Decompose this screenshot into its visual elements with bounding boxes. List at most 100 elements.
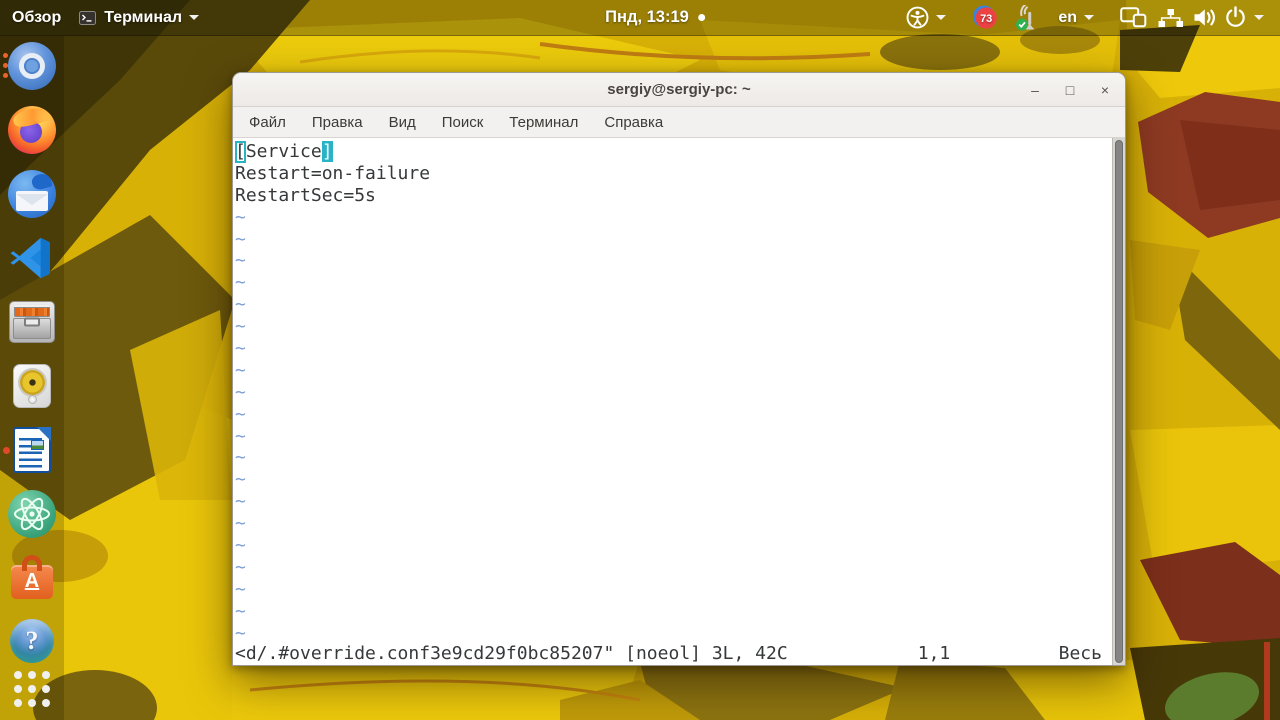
image-placeholder xyxy=(31,440,44,450)
activities-button[interactable]: Обзор xyxy=(12,9,61,27)
envelope-flap xyxy=(16,194,48,205)
accessibility-menu[interactable] xyxy=(906,6,947,29)
screencast-indicator[interactable] xyxy=(1120,7,1147,28)
menu-terminal[interactable]: Терминал xyxy=(496,114,591,131)
accessibility-icon xyxy=(906,6,929,29)
bag-letter: A xyxy=(24,570,40,592)
volume-menu[interactable] xyxy=(1192,7,1218,28)
screencast-icon xyxy=(1120,7,1147,28)
menu-help[interactable]: Справка xyxy=(591,114,676,131)
wired-network-menu[interactable] xyxy=(1157,8,1184,28)
running-indicator-dot xyxy=(3,73,8,78)
firefox-icon xyxy=(8,106,56,154)
ubuntu-software-icon: A xyxy=(11,555,53,599)
running-indicator-dot xyxy=(3,53,8,58)
vscode-icon xyxy=(10,237,50,279)
dock-item-app-grid[interactable] xyxy=(8,665,56,713)
terminal-icon xyxy=(79,10,97,25)
vim-tilde-line: ~ xyxy=(235,294,246,316)
notification-badge[interactable]: 73 xyxy=(972,4,999,31)
keyboard-layout-label: en xyxy=(1058,8,1077,26)
vim-tilde-line: ~ xyxy=(235,403,246,425)
chromium-icon xyxy=(8,42,56,90)
app-menu-button[interactable]: Терминал xyxy=(79,8,200,27)
help-icon: ? xyxy=(10,619,54,663)
dock-item-atom[interactable] xyxy=(8,490,56,538)
atom-icon xyxy=(8,490,56,538)
menu-view[interactable]: Вид xyxy=(376,114,429,131)
vim-tilde-line: ~ xyxy=(235,578,246,600)
vim-tilde-line: ~ xyxy=(235,250,246,272)
question-glyph: ? xyxy=(25,626,39,655)
badge-icon: 73 xyxy=(973,5,998,29)
vim-cursor: [ xyxy=(235,141,246,162)
maximize-button[interactable]: □ xyxy=(1063,83,1077,97)
chevron-down-icon xyxy=(936,15,947,20)
vim-tilde-line: ~ xyxy=(235,381,246,403)
vim-tilde-line: ~ xyxy=(235,425,246,447)
chevron-down-icon xyxy=(189,15,200,20)
vim-tilde-line: ~ xyxy=(235,272,246,294)
vim-tilde-line: ~ xyxy=(235,513,246,535)
app-menu-label: Терминал xyxy=(104,8,183,26)
vim-tilde-line: ~ xyxy=(235,359,246,381)
dock: A ? xyxy=(0,36,64,720)
menu-file[interactable]: Файл xyxy=(236,114,299,131)
section-name: Service xyxy=(245,141,322,162)
vim-tilde-line: ~ xyxy=(235,556,246,578)
dock-item-thunderbird[interactable] xyxy=(8,170,56,218)
vim-tilde-line: ~ xyxy=(235,316,246,338)
chevron-down-icon xyxy=(1254,15,1264,20)
vim-tilde-line: ~ xyxy=(235,469,246,491)
bag-handle xyxy=(22,555,42,571)
antenna-check-icon xyxy=(1016,4,1035,30)
minimize-button[interactable]: – xyxy=(1028,83,1042,97)
drawer-files xyxy=(14,305,50,317)
speaker-cone xyxy=(20,370,45,395)
vim-tilde-line: ~ xyxy=(235,228,246,250)
antenna-indicator[interactable] xyxy=(1015,4,1040,31)
dock-item-firefox[interactable] xyxy=(8,106,56,154)
dock-item-file-cabinet[interactable] xyxy=(8,298,56,346)
dock-item-chromium[interactable] xyxy=(3,42,56,90)
terminal-line-2: Restart=on-failure xyxy=(235,162,431,184)
window-title: sergiy@sergiy-pc: ~ xyxy=(607,81,751,98)
running-indicator-dot xyxy=(3,447,10,454)
vim-tilde-line: ~ xyxy=(235,338,246,360)
terminal-line-3: RestartSec=5s xyxy=(235,184,376,206)
badge-count: 73 xyxy=(980,13,992,25)
app-grid-icon xyxy=(14,671,50,707)
menu-edit[interactable]: Правка xyxy=(299,114,376,131)
speaker-tweeter xyxy=(28,395,37,404)
dock-item-music-player[interactable] xyxy=(8,362,56,410)
vim-status-line: <d/.#override.conf3e9cd29f0bc85207" [noe… xyxy=(235,643,1102,664)
keyboard-layout-menu[interactable]: en xyxy=(1058,9,1094,27)
terminal-window: sergiy@sergiy-pc: ~ – □ × Файл Правка Ви… xyxy=(232,72,1126,666)
libreoffice-writer-icon xyxy=(13,427,51,473)
matching-bracket-highlight: ] xyxy=(321,141,333,162)
dock-item-vscode[interactable] xyxy=(8,234,56,282)
vim-tilde-line: ~ xyxy=(235,535,246,557)
dock-item-libreoffice-writer[interactable] xyxy=(3,426,56,474)
clock-button[interactable]: Пнд, 13:19 xyxy=(605,8,705,27)
wired-network-icon xyxy=(1158,8,1183,27)
atom-orbits xyxy=(14,497,50,531)
dock-item-ubuntu-software[interactable]: A xyxy=(8,554,56,602)
clock-label: Пнд, 13:19 xyxy=(605,8,689,26)
scrollbar[interactable] xyxy=(1112,138,1125,665)
dock-item-help[interactable]: ? xyxy=(8,617,56,665)
power-menu[interactable] xyxy=(1224,6,1264,29)
menu-search[interactable]: Поиск xyxy=(429,114,497,131)
scrollbar-thumb[interactable] xyxy=(1115,140,1123,663)
vim-tilde-line: ~ xyxy=(235,622,246,644)
drawer-handle xyxy=(24,317,40,327)
window-titlebar[interactable]: sergiy@sergiy-pc: ~ – □ × xyxy=(233,73,1125,107)
volume-icon xyxy=(1194,9,1215,26)
chevron-down-icon xyxy=(1084,15,1094,20)
file-cabinet-icon xyxy=(9,301,55,343)
terminal-screen[interactable]: [Service] Restart=on-failure RestartSec=… xyxy=(233,138,1125,665)
close-button[interactable]: × xyxy=(1098,83,1112,97)
thunderbird-icon xyxy=(8,170,56,218)
terminal-line-1: [Service] xyxy=(235,141,1125,163)
power-icon xyxy=(1226,6,1245,27)
